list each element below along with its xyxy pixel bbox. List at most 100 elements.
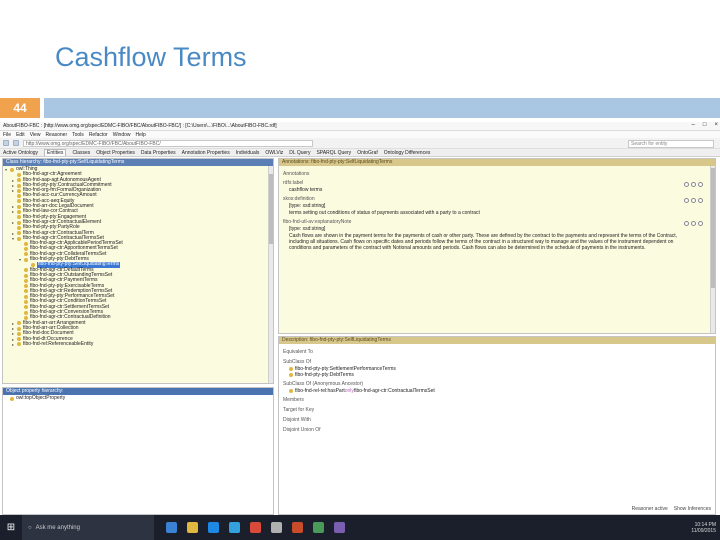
taskbar-search-text: Ask me anything	[35, 524, 80, 531]
class-icon	[17, 204, 21, 209]
description-item-filler: fibo-fnd-agr-ctr:ContractualTermsSet	[353, 388, 435, 394]
menu-item-edit[interactable]: Edit	[16, 132, 25, 138]
annotations-header: Annotations: fibo-fnd-pty-pty:SelfLiquid…	[279, 159, 715, 166]
class-tree-scrollbar[interactable]	[268, 166, 273, 383]
tab-individuals[interactable]: Individuals	[236, 150, 260, 156]
expander-icon[interactable]: ▾	[5, 167, 9, 172]
class-icon	[17, 194, 21, 199]
expander-icon[interactable]: ▸	[12, 342, 16, 347]
taskbar-app-icon[interactable]	[208, 522, 219, 533]
tab-entities[interactable]: Entities	[44, 149, 67, 156]
menu-item-file[interactable]: File	[3, 132, 11, 138]
annotation-property: skos:definition	[283, 196, 315, 202]
annotation-info-icon[interactable]	[684, 182, 689, 187]
delete-icon[interactable]	[691, 221, 696, 226]
delete-icon[interactable]	[691, 182, 696, 187]
taskbar-app-icon[interactable]	[187, 522, 198, 533]
tab-sparql-query[interactable]: SPARQL Query	[316, 150, 351, 156]
edit-icon[interactable]	[698, 221, 703, 226]
edit-icon[interactable]	[698, 198, 703, 203]
minimize-icon[interactable]: –	[692, 122, 695, 128]
tab-owlviz[interactable]: OWLViz	[265, 150, 283, 156]
annotation-entry: skos:definition [type: xsd:string]	[283, 196, 711, 209]
class-icon	[289, 367, 293, 371]
tab-object-properties[interactable]: Object Properties	[96, 150, 135, 156]
close-icon[interactable]: ×	[714, 122, 718, 128]
class-icon	[289, 389, 293, 393]
maximize-icon[interactable]: □	[703, 122, 707, 128]
taskbar-app-icon[interactable]	[313, 522, 324, 533]
annotation-info-icon[interactable]	[684, 221, 689, 226]
class-tree-item[interactable]: ▸ fibo-fnd-rel:ReferenceableEntity	[5, 340, 271, 347]
expander-icon[interactable]: ▸	[12, 188, 16, 193]
menu-item-tools[interactable]: Tools	[72, 132, 84, 138]
system-tray-clock[interactable]: 10:14 PM 11/09/2015	[691, 522, 716, 534]
class-icon	[17, 183, 21, 188]
object-property-tree: owl:topObjectProperty	[3, 395, 273, 402]
taskbar-app-icon[interactable]	[166, 522, 177, 533]
windows-start-icon[interactable]: ⊞	[0, 515, 22, 540]
slide-number: 44	[0, 98, 40, 118]
class-icon	[17, 225, 21, 230]
tab-active-ontology[interactable]: Active Ontology	[3, 150, 38, 156]
entity-search-input[interactable]: Search for entity	[628, 140, 714, 148]
description-item[interactable]: fibo-fnd-rel-rel:hasPart only fibo-fnd-a…	[283, 388, 711, 394]
menu-item-refactor[interactable]: Refactor	[89, 132, 108, 138]
class-icon	[17, 215, 21, 220]
annotation-entry: Cash flows are shown in the payment term…	[283, 233, 711, 251]
class-tree-item-label: fibo-fnd-rel:ReferenceableEntity	[23, 340, 94, 347]
tab-dl-query[interactable]: DL Query	[289, 150, 310, 156]
class-icon	[17, 220, 21, 225]
expander-icon[interactable]: ▾	[19, 257, 23, 262]
taskbar-app-icon[interactable]	[250, 522, 261, 533]
annotation-value: Cash flows are shown in the payment term…	[289, 233, 678, 251]
class-icon	[24, 300, 28, 305]
ontology-address[interactable]: http://www.omg.org/spec/EDMC-FIBO/FBC/Ab…	[23, 139, 313, 147]
menu-item-help[interactable]: Help	[136, 132, 146, 138]
tab-ontograf[interactable]: OntoGraf	[357, 150, 378, 156]
class-icon	[24, 268, 28, 273]
annotations-scrollbar[interactable]	[710, 166, 715, 333]
taskbar-app-icon[interactable]	[334, 522, 345, 533]
object-property-item-label: owl:topObjectProperty	[16, 395, 66, 401]
description-item[interactable]: fibo-fnd-pty-pty:DebtTerms	[283, 372, 711, 378]
taskbar-search[interactable]: ○ Ask me anything	[22, 515, 154, 540]
class-icon	[24, 294, 28, 299]
taskbar-app-icon[interactable]	[292, 522, 303, 533]
expander-icon[interactable]: ▾	[12, 236, 16, 241]
delete-icon[interactable]	[691, 198, 696, 203]
taskbar-app-icons	[166, 522, 345, 533]
tab-data-properties[interactable]: Data Properties	[141, 150, 176, 156]
expander-icon[interactable]: ▸	[12, 209, 16, 214]
tab-annotation-properties[interactable]: Annotation Properties	[182, 150, 230, 156]
edit-icon[interactable]	[698, 182, 703, 187]
show-inferences-toggle[interactable]: Show Inferences	[674, 506, 711, 512]
back-icon[interactable]	[3, 140, 9, 146]
window-title: AboutFIBO-FBC : [http://www.omg.org/spec…	[3, 123, 277, 129]
class-icon	[17, 236, 21, 241]
class-icon	[17, 172, 21, 177]
slide-title: Cashflow Terms	[55, 42, 247, 72]
taskbar-app-icon[interactable]	[229, 522, 240, 533]
menu-item-view[interactable]: View	[30, 132, 41, 138]
class-icon	[24, 247, 28, 252]
clock-time: 10:14 PM	[694, 521, 716, 528]
forward-icon[interactable]	[13, 140, 19, 146]
class-icon	[24, 241, 28, 246]
taskbar-app-icon[interactable]	[271, 522, 282, 533]
description-item-text: fibo-fnd-rel-rel:hasPart	[295, 388, 345, 394]
class-icon	[17, 178, 21, 183]
object-property-item[interactable]: owl:topObjectProperty	[5, 395, 271, 401]
menu-item-window[interactable]: Window	[113, 132, 131, 138]
expander-icon[interactable]: ▸	[12, 220, 16, 225]
tab-ontology-differences[interactable]: Ontology Differences	[384, 150, 431, 156]
menu-item-reasoner[interactable]: Reasoner	[45, 132, 67, 138]
annotation-value: terms setting out conditions of status o…	[289, 210, 480, 216]
description-section-label: Members	[283, 397, 304, 403]
tab-classes[interactable]: Classes	[72, 150, 90, 156]
clock-date: 11/09/2015	[691, 527, 716, 534]
class-icon	[24, 310, 28, 315]
annotation-info-icon[interactable]	[684, 198, 689, 203]
annotation-actions	[684, 182, 703, 187]
annotation-property: Annotations	[283, 171, 310, 177]
